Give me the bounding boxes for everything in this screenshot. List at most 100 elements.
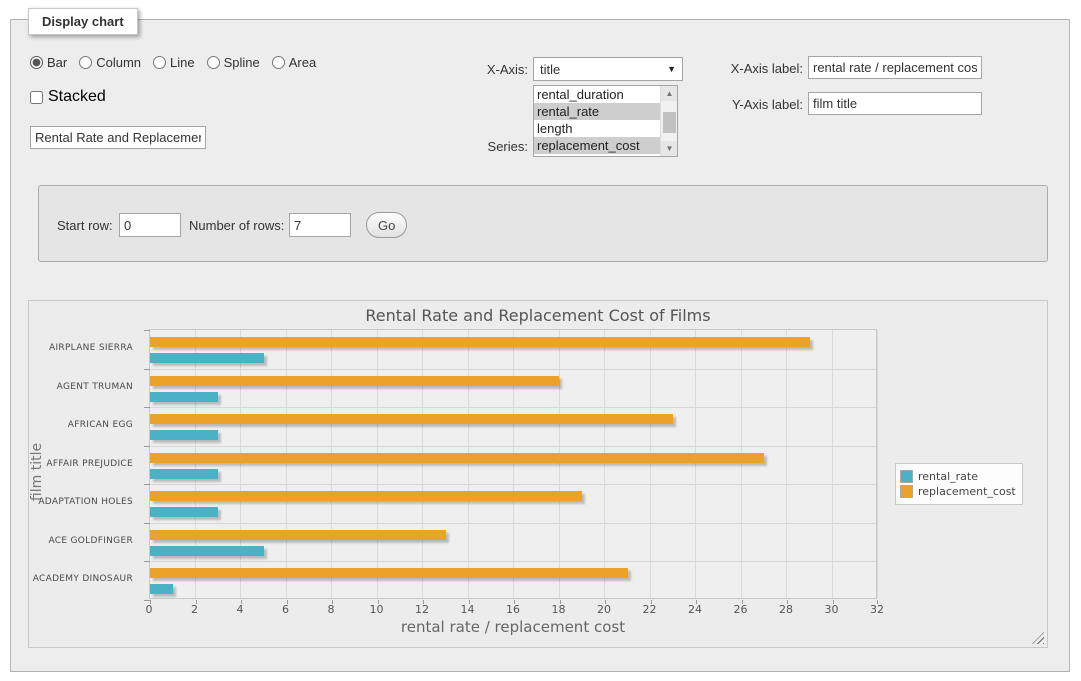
chart-type-label-column[interactable]: Column: [96, 55, 141, 70]
chart-type-radio-spline[interactable]: [207, 56, 220, 69]
series-option-rental_rate[interactable]: rental_rate: [534, 103, 677, 120]
bar-rental_rate: [150, 469, 218, 479]
yaxis-tick-mark: [144, 407, 150, 408]
gridline-vertical: [877, 330, 878, 598]
xaxis-tick-label: 22: [643, 603, 657, 616]
scroll-down-icon[interactable]: ▼: [661, 141, 678, 156]
go-button[interactable]: Go: [366, 212, 407, 238]
xaxis-tick-label: 26: [734, 603, 748, 616]
bar-rental_rate: [150, 507, 218, 517]
xaxis-label-input[interactable]: [808, 56, 982, 79]
chart-title-input[interactable]: [30, 126, 206, 149]
chart-type-radio-area[interactable]: [272, 56, 285, 69]
bar-rental_rate: [150, 392, 218, 402]
xaxis-selected-value: title: [540, 62, 560, 77]
chart-type-label-spline[interactable]: Spline: [224, 55, 260, 70]
category-label: ACE GOLDFINGER: [29, 522, 141, 561]
gridline-horizontal: [150, 369, 876, 370]
legend-swatch-replacement_cost: [900, 485, 913, 498]
chart-type-label-line[interactable]: Line: [170, 55, 195, 70]
gridline-horizontal: [150, 484, 876, 485]
chart-plot-area: [149, 329, 877, 599]
xaxis-tick-label: 0: [146, 603, 153, 616]
xaxis-tick-label: 10: [370, 603, 384, 616]
bar-replacement_cost: [150, 414, 673, 424]
gridline-vertical: [559, 330, 560, 598]
xaxis-tick-label: 14: [461, 603, 475, 616]
legend-label-rental_rate: rental_rate: [918, 470, 978, 483]
gridline-vertical: [468, 330, 469, 598]
series-options: rental_durationrental_ratelengthreplacem…: [534, 86, 677, 154]
chart-category-labels: AIRPLANE SIERRAAGENT TRUMANAFRICAN EGGAF…: [29, 329, 141, 599]
chart-type-radio-column[interactable]: [79, 56, 92, 69]
bar-rental_rate: [150, 546, 264, 556]
xaxis-tick-label: 4: [237, 603, 244, 616]
category-label: AFRICAN EGG: [29, 406, 141, 445]
yaxis-tick-mark: [144, 523, 150, 524]
gridline-vertical: [604, 330, 605, 598]
bar-rental_rate: [150, 584, 173, 594]
xaxis-tick-label: 18: [552, 603, 566, 616]
xaxis-tick-label: 16: [506, 603, 520, 616]
gridline-vertical: [240, 330, 241, 598]
xaxis-tick-label: 2: [191, 603, 198, 616]
chart-type-radio-bar[interactable]: [30, 56, 43, 69]
gridline-horizontal: [150, 523, 876, 524]
chart-type-radio-group: Bar Column Line Spline Area: [30, 55, 324, 70]
gridline-vertical: [286, 330, 287, 598]
series-option-rental_duration[interactable]: rental_duration: [534, 86, 677, 103]
gridline-vertical: [650, 330, 651, 598]
legend-swatch-rental_rate: [900, 470, 913, 483]
yaxis-tick-mark: [144, 561, 150, 562]
xaxis-label-field-label: X-Axis label:: [718, 61, 803, 76]
series-scrollbar[interactable]: ▲ ▼: [660, 86, 677, 156]
bar-replacement_cost: [150, 491, 582, 501]
gridline-vertical: [786, 330, 787, 598]
gridline-horizontal: [150, 446, 876, 447]
bar-replacement_cost: [150, 530, 446, 540]
xaxis-tick-label: 20: [597, 603, 611, 616]
chart-container: Rental Rate and Replacement Cost of Film…: [28, 300, 1048, 648]
bar-replacement_cost: [150, 568, 628, 578]
start-row-label: Start row:: [57, 218, 113, 233]
stacked-checkbox[interactable]: [30, 91, 43, 104]
chart-xaxis-title: rental rate / replacement cost: [149, 618, 877, 636]
gridline-vertical: [741, 330, 742, 598]
number-of-rows-input[interactable]: [289, 213, 351, 237]
start-row-input[interactable]: [119, 213, 181, 237]
xaxis-tick-label: 12: [415, 603, 429, 616]
chart-xaxis-ticks: 02468101214161820222426283032: [149, 603, 877, 617]
gridline-vertical: [377, 330, 378, 598]
resize-grip-icon[interactable]: [1032, 632, 1044, 644]
yaxis-tick-mark: [144, 484, 150, 485]
xaxis-select[interactable]: title ▼: [533, 57, 683, 81]
category-label: AFFAIR PREJUDICE: [29, 445, 141, 484]
series-option-length[interactable]: length: [534, 120, 677, 137]
series-multiselect[interactable]: rental_durationrental_ratelengthreplacem…: [533, 85, 678, 157]
chart-type-label-area[interactable]: Area: [289, 55, 316, 70]
bar-rental_rate: [150, 430, 218, 440]
dropdown-arrow-icon: ▼: [667, 64, 676, 74]
stacked-label[interactable]: Stacked: [48, 88, 106, 106]
scroll-up-icon[interactable]: ▲: [661, 86, 678, 101]
legend-item: rental_rate: [900, 470, 1016, 483]
xaxis-tick-label: 32: [870, 603, 884, 616]
fieldset-legend: Display chart: [28, 8, 138, 35]
chart-type-label-bar[interactable]: Bar: [47, 55, 67, 70]
gridline-vertical: [422, 330, 423, 598]
gridline-vertical: [513, 330, 514, 598]
series-list-label: Series:: [430, 139, 528, 154]
stacked-option: Stacked: [30, 88, 106, 106]
xaxis-tick-label: 30: [825, 603, 839, 616]
yaxis-label-input[interactable]: [808, 92, 982, 115]
gridline-vertical: [331, 330, 332, 598]
gridline-vertical: [832, 330, 833, 598]
xaxis-tick-label: 8: [328, 603, 335, 616]
series-option-replacement_cost[interactable]: replacement_cost: [534, 137, 677, 154]
chart-type-radio-line[interactable]: [153, 56, 166, 69]
scrollbar-thumb[interactable]: [663, 112, 676, 133]
xaxis-tick-label: 6: [282, 603, 289, 616]
xaxis-tick-label: 24: [688, 603, 702, 616]
gridline-horizontal: [150, 407, 876, 408]
chart-legend: rental_ratereplacement_cost: [895, 463, 1023, 505]
